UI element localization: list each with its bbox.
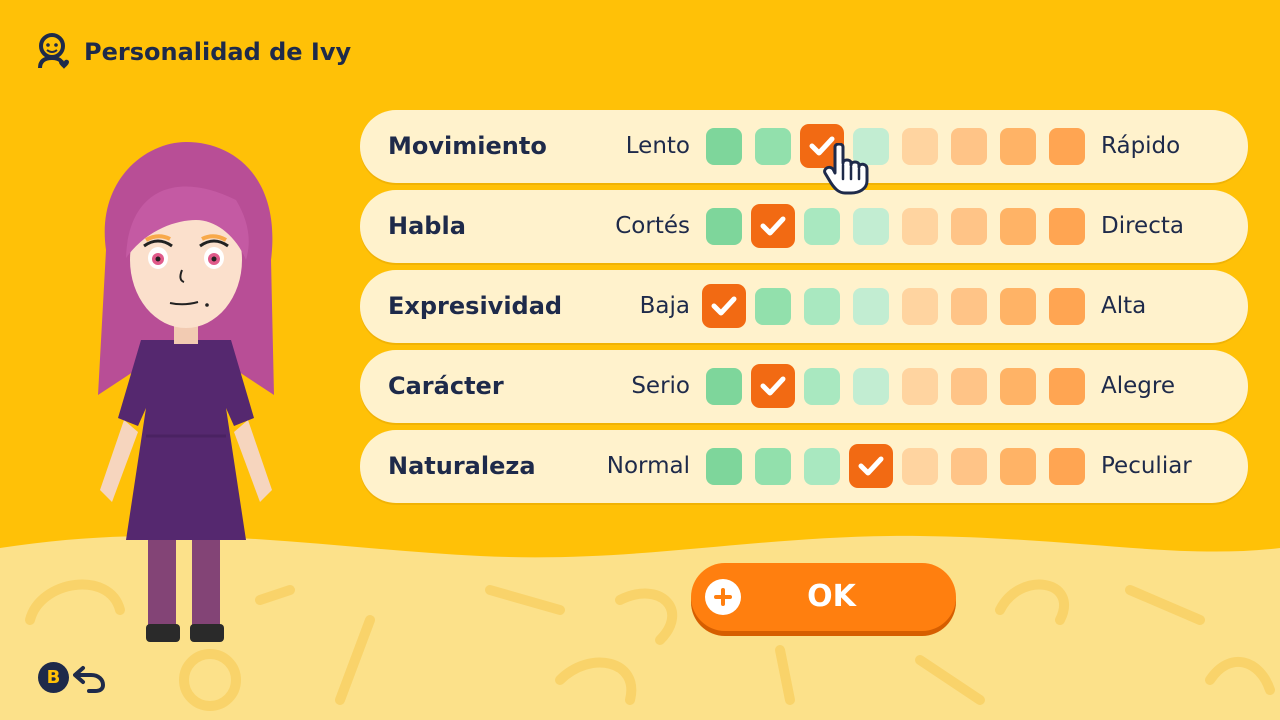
scale-option[interactable] (755, 448, 791, 485)
scale-option[interactable] (951, 208, 987, 245)
checkmark-icon (760, 216, 786, 236)
scale-option[interactable] (1049, 128, 1085, 165)
ok-button-label: OK (807, 579, 856, 614)
trait-right-label: Directa (1101, 213, 1184, 239)
trait-row: Habla Cortés Directa (360, 190, 1248, 263)
scale-option[interactable] (1000, 208, 1036, 245)
scale-option[interactable] (706, 368, 742, 405)
scale-option[interactable] (804, 208, 840, 245)
scale-option[interactable] (1000, 288, 1036, 325)
scale-option[interactable] (951, 128, 987, 165)
trait-right-label: Peculiar (1101, 453, 1192, 479)
trait-row: Naturaleza Normal Peculiar (360, 430, 1248, 503)
trait-right-label: Alegre (1101, 373, 1175, 399)
trait-left-label: Serio (631, 373, 690, 399)
scale-option[interactable] (902, 368, 938, 405)
scale-option[interactable] (902, 288, 938, 325)
ok-button[interactable]: OK (691, 563, 956, 631)
checkmark-icon (760, 376, 786, 396)
scale-option[interactable] (902, 208, 938, 245)
scale-option[interactable] (1049, 368, 1085, 405)
checkmark-icon (711, 296, 737, 316)
scale-option[interactable] (804, 368, 840, 405)
page-title: Personalidad de Ivy (84, 38, 352, 66)
scale-option[interactable] (755, 288, 791, 325)
trait-row: Movimiento Lento Rápido (360, 110, 1248, 183)
b-button-icon: B (38, 661, 69, 693)
scale-option[interactable] (1049, 288, 1085, 325)
personality-trait-list: Movimiento Lento Rápido Habla Cortés Directa E… (360, 110, 1248, 510)
scale-option[interactable] (755, 128, 791, 165)
undo-arrow-icon (73, 666, 106, 693)
scale-option[interactable] (951, 448, 987, 485)
person-heart-icon (38, 33, 69, 69)
trait-row: Expresividad Baja Alta (360, 270, 1248, 343)
scale-option[interactable] (1000, 448, 1036, 485)
scale-option[interactable] (706, 128, 742, 165)
scale-option[interactable] (853, 288, 889, 325)
trait-name: Carácter (388, 372, 504, 400)
scale-option[interactable] (951, 288, 987, 325)
scale-option-selected[interactable] (751, 204, 795, 248)
scale-option[interactable] (902, 128, 938, 165)
scale-option[interactable] (804, 448, 840, 485)
trait-left-label: Lento (625, 133, 690, 159)
scale-option-selected[interactable] (702, 284, 746, 328)
page-header: Personalidad de Ivy (34, 26, 351, 78)
trait-name: Expresividad (388, 292, 563, 320)
trait-left-label: Cortés (615, 213, 690, 239)
trait-right-label: Alta (1101, 293, 1147, 319)
scale-option[interactable] (853, 368, 889, 405)
scale-option[interactable] (706, 448, 742, 485)
trait-name: Movimiento (388, 132, 547, 160)
scale-option[interactable] (1049, 448, 1085, 485)
scale-option[interactable] (902, 448, 938, 485)
scale-option[interactable] (804, 288, 840, 325)
trait-left-label: Baja (639, 293, 690, 319)
scale-option[interactable] (951, 368, 987, 405)
scale-option-selected[interactable] (849, 444, 893, 488)
hand-pointer-icon (823, 143, 869, 195)
scale-option[interactable] (706, 208, 742, 245)
checkmark-icon (858, 456, 884, 476)
trait-name: Habla (388, 212, 466, 240)
trait-right-label: Rápido (1101, 133, 1181, 159)
scale-option[interactable] (853, 208, 889, 245)
back-control[interactable]: B (38, 660, 108, 694)
trait-row: Carácter Serio Alegre (360, 350, 1248, 423)
scale-option[interactable] (1049, 208, 1085, 245)
mii-avatar (98, 142, 274, 642)
scale-option[interactable] (1000, 368, 1036, 405)
trait-name: Naturaleza (388, 452, 536, 480)
scale-option-selected[interactable] (751, 364, 795, 408)
trait-left-label: Normal (606, 453, 690, 479)
scale-option[interactable] (1000, 128, 1036, 165)
